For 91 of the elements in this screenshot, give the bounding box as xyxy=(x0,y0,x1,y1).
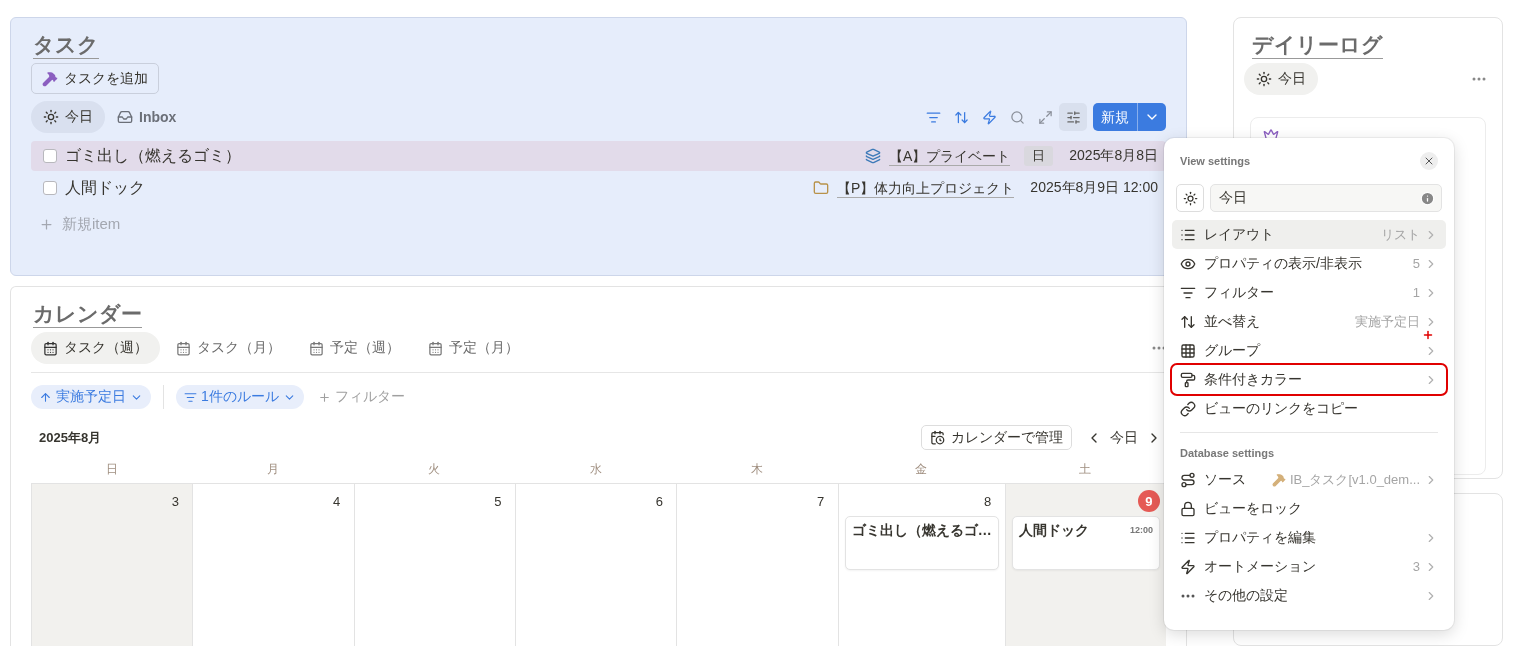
day-number: 4 xyxy=(332,492,342,511)
paint-roller-icon xyxy=(1180,371,1196,388)
calendar-icon xyxy=(176,340,191,356)
view-tab[interactable]: タスク（週） xyxy=(31,332,160,364)
calendar-icon xyxy=(930,430,945,445)
route-icon xyxy=(1180,471,1196,488)
view-name-field[interactable]: 今日 xyxy=(1210,184,1442,212)
day-number: 8 xyxy=(983,492,993,511)
section-title: タスク xyxy=(33,32,99,59)
info-icon xyxy=(1420,190,1435,206)
event-card[interactable]: ゴミ出し（燃えるゴ… xyxy=(844,516,999,570)
close-icon xyxy=(1423,155,1435,167)
calendar-icon xyxy=(309,340,324,356)
tag: 日 xyxy=(1024,146,1054,166)
layers-icon xyxy=(864,148,881,164)
hammer-icon xyxy=(1271,472,1286,487)
new-button[interactable]: 新規 xyxy=(1093,103,1166,131)
task-date: 2025年8月9日 12:00 xyxy=(1030,179,1158,197)
menu-value: IB_タスク[v1.0_dem... xyxy=(1271,470,1420,489)
section-heading: Database settings xyxy=(1179,447,1276,459)
sliders-icon[interactable] xyxy=(1059,103,1087,131)
calendar-icon xyxy=(43,340,58,356)
task-date: 2025年8月8日 xyxy=(1069,147,1158,165)
menu-value: 1 xyxy=(1412,285,1420,300)
manage-calendar-button[interactable]: カレンダーで管理 xyxy=(921,425,1072,450)
plus-icon xyxy=(317,390,331,404)
menu-item[interactable]: オートメーション 3 xyxy=(1172,552,1446,581)
day-number: 6 xyxy=(654,492,664,511)
filter-chip[interactable]: 1件のルール xyxy=(176,385,304,409)
view-icon-button[interactable] xyxy=(1176,184,1204,212)
project-link[interactable]: 【P】体力向上プロジェクト xyxy=(837,178,1015,198)
menu-item[interactable]: レイアウト リスト xyxy=(1172,220,1446,249)
popup-title: View settings xyxy=(1180,155,1251,167)
menu-item[interactable]: フィルター 1 xyxy=(1172,278,1446,307)
calendar-icon xyxy=(428,340,443,356)
checkbox[interactable] xyxy=(43,149,57,163)
day-number: 7 xyxy=(816,492,826,511)
arrow-up-icon xyxy=(39,390,52,404)
inbox-icon xyxy=(117,109,133,125)
more-icon[interactable] xyxy=(1472,77,1486,81)
view-tab[interactable]: 今日 xyxy=(1244,63,1318,95)
cursor-icon xyxy=(1422,329,1434,341)
sort-icon xyxy=(1180,313,1196,330)
menu-item[interactable]: その他の設定 xyxy=(1172,581,1446,610)
project-link[interactable]: 【A】プライベート xyxy=(888,146,1011,166)
view-tab[interactable]: 今日 xyxy=(31,101,105,133)
event-card[interactable]: 人間ドック 12:00 xyxy=(1011,516,1160,570)
task-row[interactable]: ゴミ出し（燃えるゴミ） 【A】プライベート 日 2025年8月8日 xyxy=(31,141,1166,171)
menu-item[interactable]: プロパティの表示/非表示 5 xyxy=(1172,249,1446,278)
menu-item[interactable]: 条件付きカラー xyxy=(1172,365,1446,394)
lightning-icon xyxy=(1180,558,1196,575)
menu-value: リスト xyxy=(1381,225,1420,244)
more-icon[interactable] xyxy=(1181,593,1195,598)
lock-icon xyxy=(1180,500,1196,517)
menu-value: 5 xyxy=(1412,256,1420,271)
filter-icon xyxy=(184,390,197,404)
view-tab[interactable]: Inbox xyxy=(105,101,189,133)
today-button[interactable]: 今日 xyxy=(1106,428,1142,447)
menu-item[interactable]: ビューのリンクをコピー xyxy=(1172,394,1446,423)
close-button[interactable] xyxy=(1420,152,1438,170)
hammer-icon xyxy=(42,70,58,87)
event-time: 12:00 xyxy=(1129,525,1153,535)
sort-chip[interactable]: 実施予定日 xyxy=(31,385,151,409)
menu-value: 3 xyxy=(1412,559,1420,574)
menu-item[interactable]: ビューをロック xyxy=(1172,494,1446,523)
grid-icon xyxy=(1180,342,1196,359)
menu-item[interactable]: ソース IB_タスク[v1.0_dem... xyxy=(1172,465,1446,494)
menu-item[interactable]: グループ xyxy=(1172,336,1446,365)
menu-value: 実施予定日 xyxy=(1355,312,1420,331)
plus-icon xyxy=(39,217,54,232)
checkbox[interactable] xyxy=(43,181,57,195)
month-label: 2025年8月 xyxy=(39,428,103,447)
menu-item[interactable]: プロパティを編集 xyxy=(1172,523,1446,552)
section-title: デイリーログ xyxy=(1252,32,1383,59)
sun-icon xyxy=(43,109,59,125)
task-row[interactable]: 人間ドック 【P】体力向上プロジェクト 2025年8月9日 12:00 xyxy=(31,173,1166,203)
section-title: カレンダー xyxy=(33,301,142,328)
sun-icon xyxy=(1182,190,1198,206)
task-title: 人間ドック xyxy=(65,177,146,198)
folder-icon xyxy=(813,180,829,196)
menu-item[interactable]: 並べ替え 実施予定日 xyxy=(1172,307,1446,336)
view-tab[interactable]: 予定（週） xyxy=(297,332,412,364)
add-task-button[interactable]: タスクを追加 xyxy=(31,63,159,94)
view-tab[interactable]: タスク（月） xyxy=(164,332,293,364)
view-tab[interactable]: 予定（月） xyxy=(416,332,531,364)
day-number: 9 xyxy=(1138,490,1160,512)
link-icon xyxy=(1180,400,1196,417)
day-number: 5 xyxy=(493,492,503,511)
task-title: ゴミ出し（燃えるゴミ） xyxy=(65,145,242,166)
sun-icon xyxy=(1256,71,1272,87)
day-number: 3 xyxy=(170,492,180,511)
